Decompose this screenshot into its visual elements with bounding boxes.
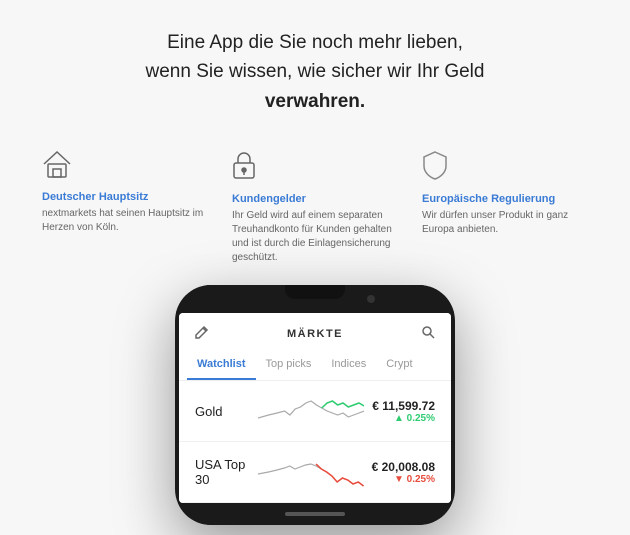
stock-price-gold: € 11,599.72 xyxy=(372,399,435,413)
edit-icon[interactable] xyxy=(195,325,209,342)
features-section: Deutscher Hauptsitz nextmarkets hat sein… xyxy=(0,140,630,265)
phone-bottom-bar xyxy=(175,503,455,525)
feature-kundengelder-title: Kundengelder xyxy=(232,193,398,205)
stock-info-gold: € 11,599.72 ▲ 0.25% xyxy=(372,399,435,424)
tab-top-picks[interactable]: Top picks xyxy=(256,350,322,380)
feature-hauptsitz-title: Deutscher Hauptsitz xyxy=(42,191,208,203)
stock-name-usa-top30: USA Top 30 xyxy=(195,457,250,487)
home-indicator xyxy=(285,512,345,516)
lock-icon xyxy=(232,150,398,187)
feature-regulierung-desc: Wir dürfen unser Produkt in ganz Europa … xyxy=(422,209,588,237)
house-icon xyxy=(42,150,208,185)
phone-notch-bar xyxy=(175,285,455,313)
tab-indices[interactable]: Indices xyxy=(321,350,376,380)
app-header: MÄRKTE xyxy=(179,313,451,350)
feature-regulierung-title: Europäische Regulierung xyxy=(422,193,588,205)
stock-change-usa-top30: ▼ 0.25% xyxy=(372,474,435,485)
page-wrapper: Eine App die Sie noch mehr lieben, wenn … xyxy=(0,0,630,525)
stock-chart-gold xyxy=(258,393,364,429)
stock-chart-usa-top30 xyxy=(258,454,364,490)
camera-icon xyxy=(367,295,375,303)
feature-hauptsitz-desc: nextmarkets hat seinen Hauptsitz im Herz… xyxy=(42,207,208,235)
tab-watchlist[interactable]: Watchlist xyxy=(187,350,256,380)
phone-screen: MÄRKTE Watchlist Top picks xyxy=(179,313,451,503)
phone-notch xyxy=(265,285,365,307)
feature-hauptsitz: Deutscher Hauptsitz nextmarkets hat sein… xyxy=(30,150,220,265)
stock-change-gold: ▲ 0.25% xyxy=(372,413,435,424)
stock-list: Gold € 11,599.72 ▲ 0.25% xyxy=(179,381,451,503)
hero-title: Eine App die Sie noch mehr lieben, wenn … xyxy=(60,28,570,116)
shield-icon xyxy=(422,150,588,187)
feature-kundengelder-desc: Ihr Geld wird auf einem separaten Treuha… xyxy=(232,209,398,265)
hero-section: Eine App die Sie noch mehr lieben, wenn … xyxy=(0,0,630,140)
stock-price-usa-top30: € 20,008.08 xyxy=(372,460,435,474)
stock-item-gold[interactable]: Gold € 11,599.72 ▲ 0.25% xyxy=(179,381,451,442)
stock-item-usa-top30[interactable]: USA Top 30 € 20,008.08 ▼ 0.25% xyxy=(179,442,451,503)
stock-info-usa-top30: € 20,008.08 ▼ 0.25% xyxy=(372,460,435,485)
app-title: MÄRKTE xyxy=(209,328,421,340)
app-tabs: Watchlist Top picks Indices Crypt xyxy=(179,350,451,381)
phone-area: MÄRKTE Watchlist Top picks xyxy=(0,265,630,525)
stock-name-gold: Gold xyxy=(195,404,250,419)
tab-crypto[interactable]: Crypt xyxy=(376,350,422,380)
phone-mockup: MÄRKTE Watchlist Top picks xyxy=(175,285,455,525)
feature-regulierung: Europäische Regulierung Wir dürfen unser… xyxy=(410,150,600,265)
feature-kundengelder: Kundengelder Ihr Geld wird auf einem sep… xyxy=(220,150,410,265)
search-icon[interactable] xyxy=(421,325,435,342)
